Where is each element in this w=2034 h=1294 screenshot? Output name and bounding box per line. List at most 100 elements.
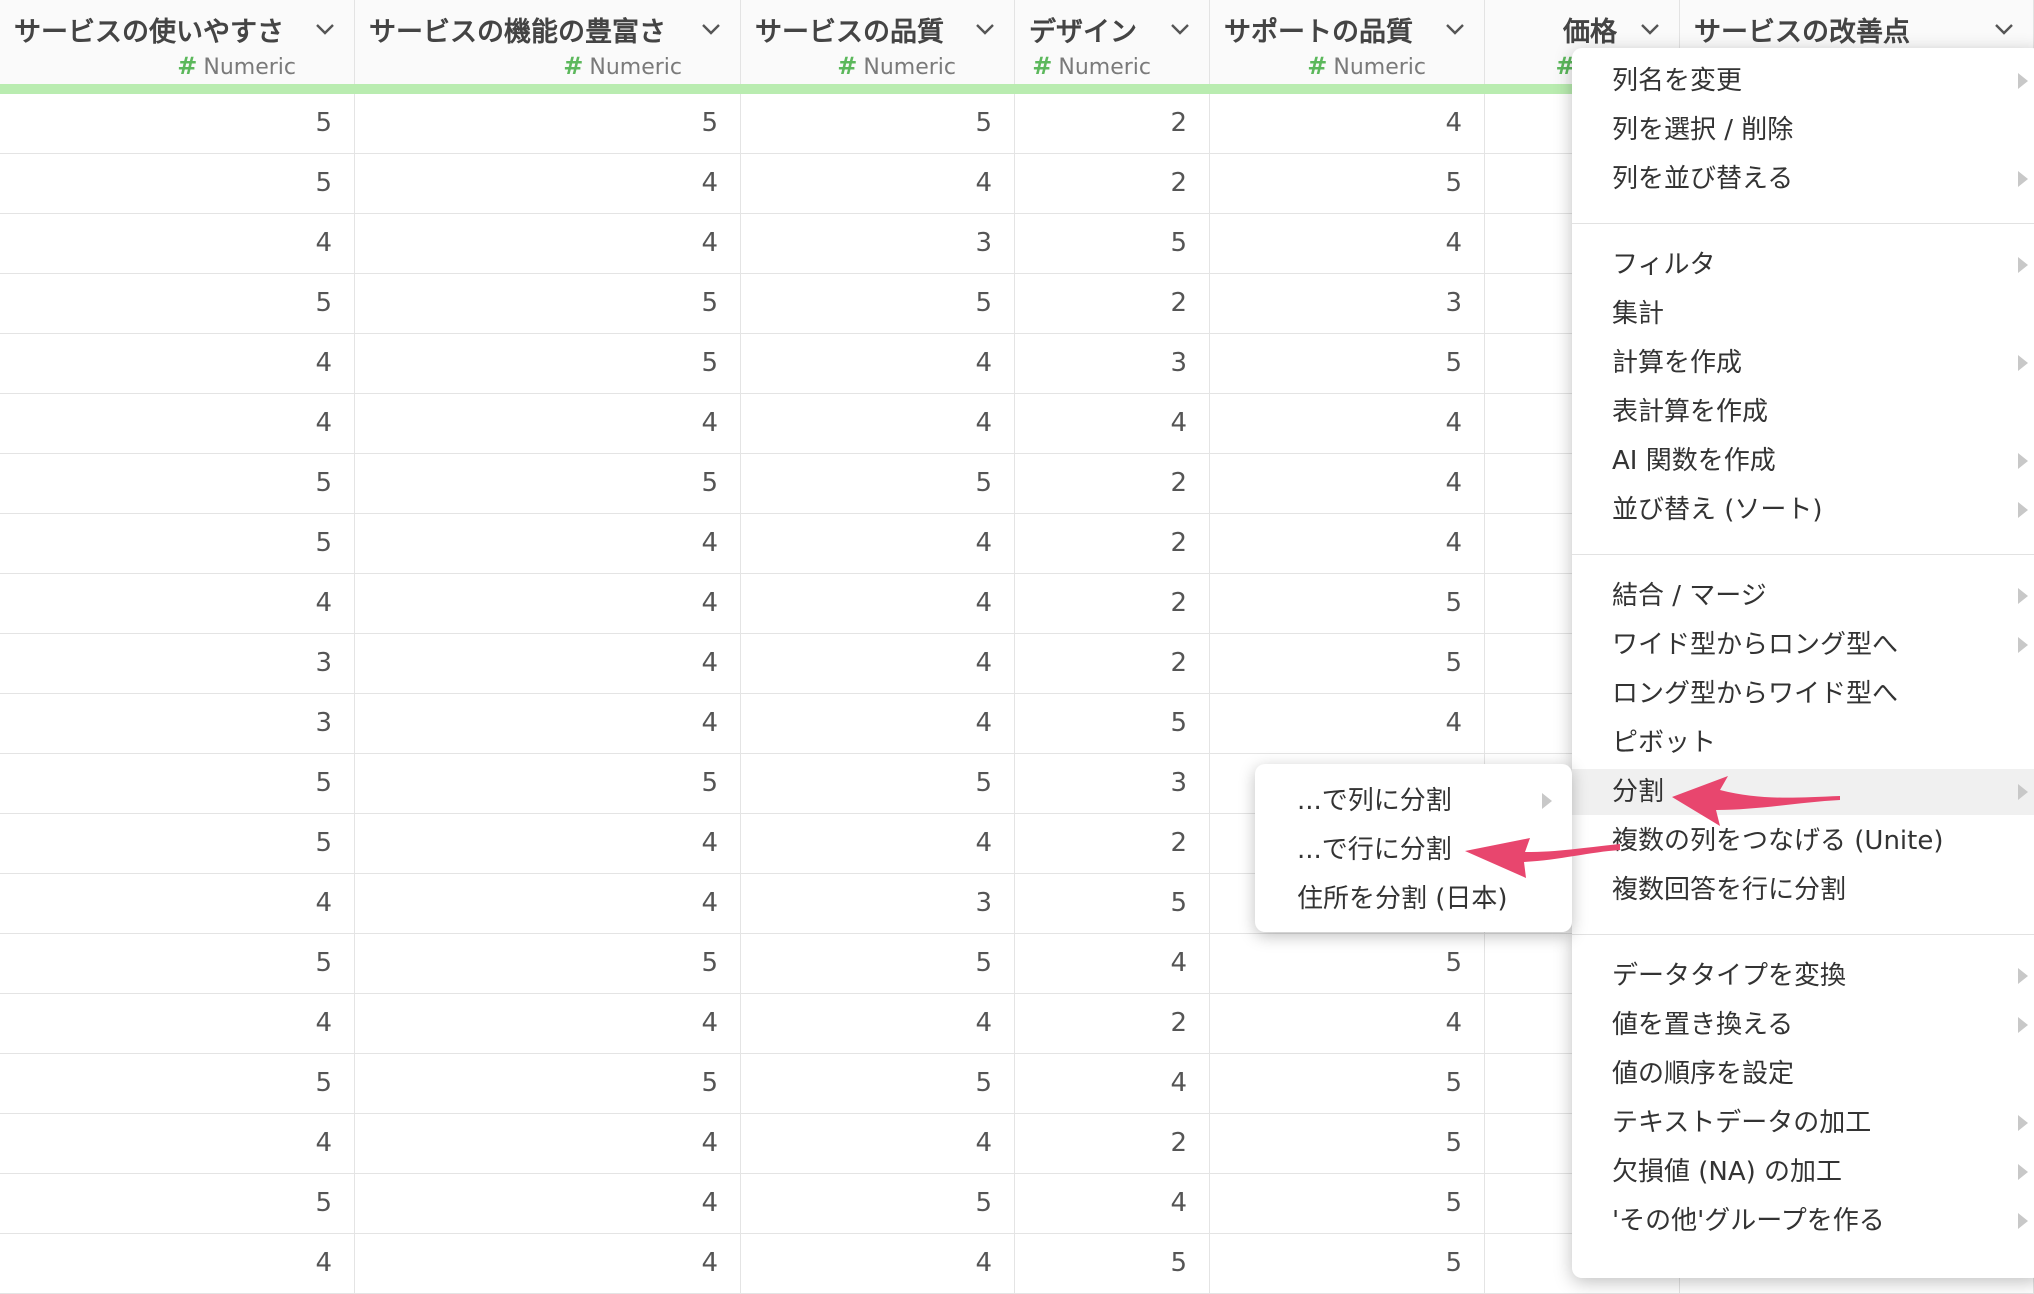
- table-cell[interactable]: 4: [0, 394, 355, 453]
- table-cell[interactable]: 4: [1015, 1174, 1210, 1233]
- table-cell[interactable]: 4: [355, 874, 741, 933]
- table-cell[interactable]: 5: [1015, 214, 1210, 273]
- table-cell[interactable]: 5: [355, 934, 741, 993]
- chevron-down-icon[interactable]: [700, 18, 722, 40]
- menu-item[interactable]: 欠損値 (NA) の加工: [1572, 1149, 2034, 1195]
- table-cell[interactable]: 4: [1210, 94, 1485, 153]
- table-cell[interactable]: 5: [0, 934, 355, 993]
- table-cell[interactable]: 5: [1015, 694, 1210, 753]
- table-cell[interactable]: 5: [1210, 1054, 1485, 1113]
- column-header[interactable]: サポートの品質 # Numeric: [1210, 0, 1485, 84]
- table-cell[interactable]: 2: [1015, 994, 1210, 1053]
- menu-item[interactable]: 並び替え (ソート): [1572, 487, 2034, 533]
- table-cell[interactable]: 4: [741, 154, 1015, 213]
- table-cell[interactable]: 5: [0, 754, 355, 813]
- table-cell[interactable]: 5: [741, 1174, 1015, 1233]
- table-cell[interactable]: 4: [355, 814, 741, 873]
- submenu-item[interactable]: ...で列に分割: [1255, 778, 1572, 824]
- table-cell[interactable]: 5: [0, 454, 355, 513]
- table-cell[interactable]: 4: [0, 1114, 355, 1173]
- submenu-item[interactable]: 住所を分割 (日本): [1255, 876, 1572, 922]
- table-cell[interactable]: 4: [355, 574, 741, 633]
- menu-item[interactable]: 複数回答を行に分割: [1572, 867, 2034, 913]
- table-cell[interactable]: 2: [1015, 1114, 1210, 1173]
- menu-item[interactable]: 分割: [1572, 769, 2034, 815]
- table-cell[interactable]: 4: [1210, 394, 1485, 453]
- table-cell[interactable]: 5: [1210, 634, 1485, 693]
- table-cell[interactable]: 4: [741, 334, 1015, 393]
- table-cell[interactable]: 4: [355, 154, 741, 213]
- menu-item[interactable]: 列名を変更: [1572, 58, 2034, 104]
- table-cell[interactable]: 4: [1015, 934, 1210, 993]
- table-cell[interactable]: 2: [1015, 574, 1210, 633]
- table-cell[interactable]: 5: [741, 94, 1015, 153]
- table-cell[interactable]: 3: [0, 694, 355, 753]
- table-cell[interactable]: 5: [355, 1054, 741, 1113]
- table-cell[interactable]: 5: [741, 754, 1015, 813]
- table-cell[interactable]: 4: [355, 394, 741, 453]
- table-cell[interactable]: 5: [0, 274, 355, 333]
- menu-item[interactable]: 表計算を作成: [1572, 389, 2034, 435]
- menu-item[interactable]: テキストデータの加工: [1572, 1100, 2034, 1146]
- table-cell[interactable]: 2: [1015, 94, 1210, 153]
- menu-item[interactable]: 値の順序を設定: [1572, 1051, 2034, 1097]
- column-header[interactable]: サービスの使いやすさ # Numeric: [0, 0, 355, 84]
- table-cell[interactable]: 5: [0, 94, 355, 153]
- table-cell[interactable]: 5: [0, 154, 355, 213]
- table-cell[interactable]: 2: [1015, 514, 1210, 573]
- table-cell[interactable]: 5: [355, 334, 741, 393]
- table-cell[interactable]: 4: [355, 514, 741, 573]
- menu-item[interactable]: AI 関数を作成: [1572, 438, 2034, 484]
- column-header[interactable]: サービスの機能の豊富さ # Numeric: [355, 0, 741, 84]
- table-cell[interactable]: 5: [0, 1174, 355, 1233]
- table-cell[interactable]: 4: [1210, 694, 1485, 753]
- submenu-item[interactable]: ...で行に分割: [1255, 827, 1572, 873]
- table-cell[interactable]: 5: [1210, 154, 1485, 213]
- table-cell[interactable]: 4: [355, 214, 741, 273]
- menu-item[interactable]: 計算を作成: [1572, 340, 2034, 386]
- table-cell[interactable]: 4: [741, 1114, 1015, 1173]
- table-cell[interactable]: 5: [0, 1054, 355, 1113]
- table-cell[interactable]: 5: [1210, 1114, 1485, 1173]
- chevron-down-icon[interactable]: [1639, 18, 1661, 40]
- table-cell[interactable]: 2: [1015, 454, 1210, 513]
- menu-item[interactable]: 複数の列をつなげる (Unite): [1572, 818, 2034, 864]
- table-cell[interactable]: 4: [0, 214, 355, 273]
- table-cell[interactable]: 4: [741, 634, 1015, 693]
- table-cell[interactable]: 4: [741, 394, 1015, 453]
- table-cell[interactable]: 4: [741, 514, 1015, 573]
- menu-item[interactable]: ロング型からワイド型へ: [1572, 671, 2034, 717]
- menu-item[interactable]: 結合 / マージ: [1572, 573, 2034, 619]
- table-cell[interactable]: 5: [355, 754, 741, 813]
- menu-item[interactable]: 集計: [1572, 291, 2034, 337]
- table-cell[interactable]: 4: [1210, 214, 1485, 273]
- chevron-down-icon[interactable]: [1169, 18, 1191, 40]
- table-cell[interactable]: 2: [1015, 154, 1210, 213]
- chevron-down-icon[interactable]: [1993, 18, 2015, 40]
- column-header[interactable]: サービスの品質 # Numeric: [741, 0, 1015, 84]
- table-cell[interactable]: 4: [355, 694, 741, 753]
- table-cell[interactable]: 4: [0, 994, 355, 1053]
- table-cell[interactable]: 5: [1210, 574, 1485, 633]
- menu-item[interactable]: 値を置き換える: [1572, 1002, 2034, 1048]
- table-cell[interactable]: 2: [1015, 274, 1210, 333]
- table-cell[interactable]: 5: [1210, 1174, 1485, 1233]
- table-cell[interactable]: 4: [741, 814, 1015, 873]
- table-cell[interactable]: 4: [1015, 394, 1210, 453]
- chevron-down-icon[interactable]: [974, 18, 996, 40]
- menu-item[interactable]: 列を並び替える: [1572, 156, 2034, 202]
- table-cell[interactable]: 4: [0, 334, 355, 393]
- table-cell[interactable]: 4: [741, 574, 1015, 633]
- table-cell[interactable]: 5: [1015, 874, 1210, 933]
- table-cell[interactable]: 4: [355, 1174, 741, 1233]
- table-cell[interactable]: 5: [741, 454, 1015, 513]
- column-header[interactable]: デザイン # Numeric: [1015, 0, 1210, 84]
- table-cell[interactable]: 2: [1015, 634, 1210, 693]
- menu-item[interactable]: ピボット: [1572, 720, 2034, 766]
- table-cell[interactable]: 4: [741, 694, 1015, 753]
- table-cell[interactable]: 4: [355, 634, 741, 693]
- table-cell[interactable]: 3: [1015, 754, 1210, 813]
- table-cell[interactable]: 3: [1015, 334, 1210, 393]
- table-cell[interactable]: 5: [741, 274, 1015, 333]
- table-cell[interactable]: 4: [355, 994, 741, 1053]
